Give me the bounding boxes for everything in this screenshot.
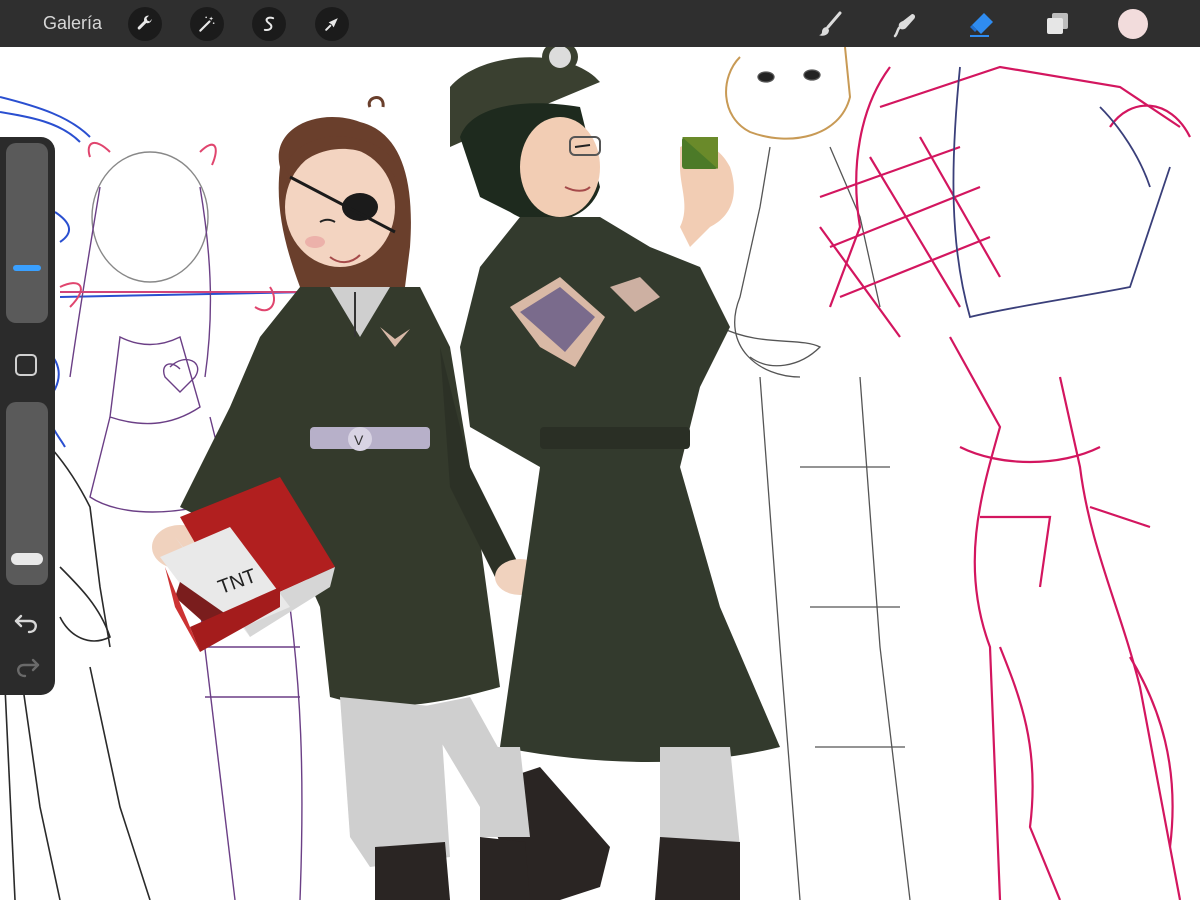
- color-picker-button[interactable]: [1118, 9, 1148, 39]
- eraser-tool-button[interactable]: [966, 9, 996, 39]
- eraser-icon: [970, 13, 993, 37]
- selection-icon: [263, 16, 275, 31]
- opacity-slider[interactable]: [6, 402, 48, 585]
- selection-button[interactable]: [252, 7, 286, 41]
- magic-wand-icon: [199, 16, 215, 32]
- belt-buckle-letter: V: [354, 432, 364, 448]
- wrench-icon: [137, 15, 152, 30]
- transform-arrow-icon: [325, 18, 338, 31]
- pink-ribbons: [59, 142, 300, 312]
- artwork: V TNT: [0, 47, 1191, 900]
- cap-boy-painting: [450, 47, 780, 900]
- layers-button[interactable]: [1042, 9, 1072, 39]
- smudge-tool-button[interactable]: [890, 9, 920, 39]
- adjustments-button[interactable]: [190, 7, 224, 41]
- redo-icon[interactable]: [13, 655, 41, 679]
- undo-icon[interactable]: [13, 611, 41, 635]
- smudge-icon: [893, 14, 916, 38]
- opacity-thumb[interactable]: [11, 553, 43, 565]
- top-toolbar: Galería: [0, 0, 1200, 47]
- layers-icon: [1047, 13, 1068, 34]
- transform-button[interactable]: [315, 7, 349, 41]
- brush-size-slider[interactable]: [6, 143, 48, 323]
- magenta-figure-sketch: [819, 65, 1191, 900]
- gallery-button[interactable]: Galería: [43, 13, 102, 34]
- drawing-canvas[interactable]: V TNT: [0, 47, 1200, 900]
- blue-figure-outline: [952, 66, 1171, 319]
- brush-icon: [819, 11, 842, 36]
- brush-tool-button[interactable]: [815, 9, 845, 39]
- brush-sidebar: [0, 137, 55, 695]
- modify-button[interactable]: [15, 354, 37, 376]
- brush-size-thumb[interactable]: [13, 265, 41, 271]
- actions-wrench-button[interactable]: [128, 7, 162, 41]
